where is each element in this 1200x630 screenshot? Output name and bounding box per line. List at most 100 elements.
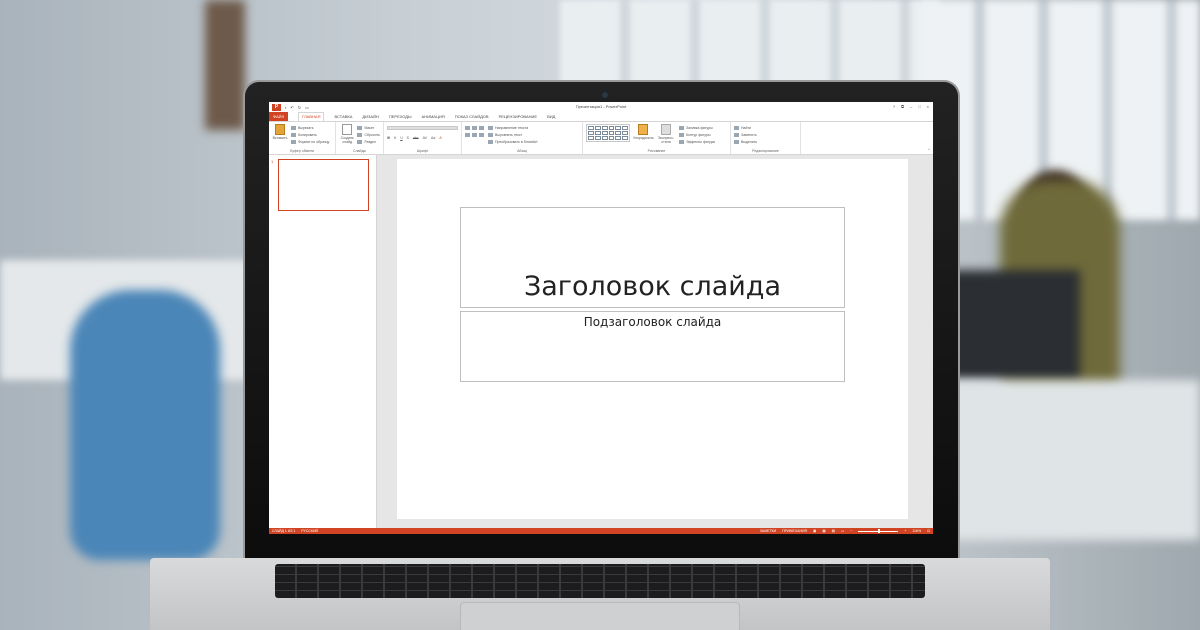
copy-button[interactable]: Копировать — [298, 133, 317, 137]
quick-styles-button[interactable]: Экспресс-стили — [656, 136, 676, 144]
workspace: 1 Заголовок слайда Подзаголовок слайда — [269, 155, 933, 528]
replace-button[interactable]: Заменить — [741, 133, 757, 137]
background-column — [205, 0, 245, 130]
tab-slideshow[interactable]: ПОКАЗ СЛАЙДОВ — [455, 114, 489, 119]
shapes-gallery[interactable] — [586, 124, 630, 142]
numbering-icon[interactable] — [472, 125, 477, 130]
text-direction-button[interactable]: Направление текста — [495, 126, 528, 130]
normal-view-icon[interactable]: ▣ — [813, 529, 816, 533]
zoom-level[interactable]: 116% — [912, 529, 921, 533]
quick-styles-icon[interactable] — [661, 124, 671, 135]
new-slide-icon[interactable] — [342, 124, 353, 135]
align-text-button[interactable]: Выровнять текст — [495, 133, 522, 137]
paste-icon[interactable] — [275, 124, 285, 135]
zoom-out-icon[interactable]: − — [850, 529, 852, 533]
spacing-button[interactable]: AV — [423, 136, 427, 140]
slide-counter: СЛАЙД 1 ИЗ 1 — [272, 529, 296, 533]
reset-button[interactable]: Сбросить — [364, 133, 380, 137]
title-placeholder[interactable]: Заголовок слайда — [460, 207, 845, 308]
shape-fill-button[interactable]: Заливка фигуры — [686, 126, 713, 130]
italic-button[interactable]: К — [394, 136, 396, 140]
notes-button[interactable]: ЗАМЕТКИ — [760, 529, 776, 533]
drawing-group: Упорядочить Экспресс-стили Заливка фигур… — [583, 122, 731, 154]
font-group-label: Шрифт — [416, 149, 429, 153]
paste-button[interactable]: Вставить — [272, 136, 288, 140]
close-icon[interactable]: × — [927, 104, 929, 109]
shape-effects-icon — [679, 139, 684, 144]
bullets-icon[interactable] — [465, 125, 470, 130]
tab-view[interactable]: ВИД — [547, 114, 555, 119]
tab-file[interactable]: ФАЙЛ — [269, 112, 289, 121]
zoom-slider-knob[interactable] — [878, 529, 881, 533]
ribbon-display-icon[interactable]: ⧉ — [901, 104, 904, 109]
smartart-button[interactable]: Преобразовать в SmartArt — [495, 140, 537, 144]
shadow-button[interactable]: S — [407, 136, 409, 140]
section-button[interactable]: Раздел — [364, 140, 376, 144]
ribbon: Вставить Вырезать Копировать Формат по о… — [269, 121, 933, 155]
slides-group: Создать слайд Макет Сбросить Раздел Слай… — [336, 122, 384, 154]
background-chair — [70, 290, 220, 560]
font-name-dropdown[interactable] — [387, 126, 458, 130]
collapse-ribbon-icon[interactable]: ^ — [928, 147, 930, 152]
slide-sorter-icon[interactable]: ▦ — [822, 529, 825, 533]
tab-animations[interactable]: АНИМАЦИЯ — [422, 114, 445, 119]
title-bar: P ▪ ↶ ↻ ▭ Презентация1 - PowerPoint ? ⧉ … — [269, 102, 933, 112]
format-painter-button[interactable]: Формат по образцу — [298, 140, 329, 144]
layout-button[interactable]: Макет — [364, 126, 374, 130]
new-slide-button[interactable]: Создать слайд — [339, 136, 355, 144]
tab-design[interactable]: ДИЗАЙН — [362, 114, 378, 119]
comments-button[interactable]: ПРИМЕЧАНИЯ — [782, 529, 807, 533]
replace-icon — [734, 132, 739, 137]
find-button[interactable]: Найти — [741, 126, 751, 130]
tab-insert[interactable]: ВСТАВКА — [334, 114, 352, 119]
help-icon[interactable]: ? — [893, 104, 895, 109]
change-case-button[interactable]: Аа — [431, 136, 435, 140]
zoom-in-icon[interactable]: + — [904, 529, 906, 533]
slide-editing-area: Заголовок слайда Подзаголовок слайда — [377, 155, 933, 528]
status-bar-right: ЗАМЕТКИ ПРИМЕЧАНИЯ ▣ ▦ ▤ ▭ − + 116% ⊡ — [760, 529, 930, 533]
tab-transitions[interactable]: ПЕРЕХОДЫ — [389, 114, 412, 119]
slide-canvas[interactable]: Заголовок слайда Подзаголовок слайда — [397, 159, 908, 519]
zoom-slider[interactable] — [858, 529, 899, 533]
indent-icon[interactable] — [479, 125, 484, 130]
select-button[interactable]: Выделить — [741, 140, 757, 144]
bold-button[interactable]: Ж — [387, 136, 390, 140]
font-color-button[interactable]: А — [439, 136, 441, 140]
arrange-button[interactable]: Упорядочить — [633, 136, 654, 140]
tab-home[interactable]: ГЛАВНАЯ — [298, 112, 325, 121]
minimize-icon[interactable]: – — [910, 104, 912, 109]
arrange-icon[interactable] — [638, 124, 648, 135]
slide-thumbnail[interactable] — [278, 159, 369, 211]
clipboard-group: Вставить Вырезать Копировать Формат по о… — [269, 122, 336, 154]
slideshow-icon[interactable]: ▭ — [841, 529, 844, 533]
slide-thumbnails-pane: 1 — [269, 155, 377, 528]
drawing-group-label: Рисование — [647, 149, 666, 153]
fit-slide-icon[interactable]: ⊡ — [927, 529, 930, 533]
shape-effects-button[interactable]: Эффекты фигуры — [686, 140, 715, 144]
smartart-icon — [488, 139, 493, 144]
shape-outline-button[interactable]: Контур фигуры — [686, 133, 710, 137]
reading-view-icon[interactable]: ▤ — [832, 529, 835, 533]
slides-group-label: Слайды — [352, 149, 367, 153]
tab-review[interactable]: РЕЦЕНЗИРОВАНИЕ — [499, 114, 537, 119]
shape-outline-icon — [679, 132, 684, 137]
strikethrough-button[interactable]: abc — [413, 136, 419, 140]
select-icon — [734, 139, 739, 144]
window-title: Презентация1 - PowerPoint — [575, 104, 627, 109]
section-icon — [357, 139, 363, 144]
underline-button[interactable]: Ч — [400, 136, 402, 140]
subtitle-placeholder[interactable]: Подзаголовок слайда — [460, 311, 845, 382]
keyboard — [275, 564, 925, 598]
laptop-base — [150, 558, 1050, 630]
editing-group: Найти Заменить Выделить Редактирование — [731, 122, 801, 154]
align-center-icon[interactable] — [472, 132, 477, 137]
align-text-icon — [488, 132, 493, 137]
editing-group-label: Редактирование — [752, 149, 779, 153]
language-indicator[interactable]: РУССКИЙ — [301, 529, 318, 533]
align-right-icon[interactable] — [479, 132, 484, 137]
maximize-icon[interactable]: □ — [918, 104, 920, 109]
paragraph-group: Направление текста Выровнять текст Преоб… — [462, 122, 583, 154]
text-direction-icon — [488, 125, 493, 130]
align-left-icon[interactable] — [465, 132, 470, 137]
cut-button[interactable]: Вырезать — [298, 126, 314, 130]
